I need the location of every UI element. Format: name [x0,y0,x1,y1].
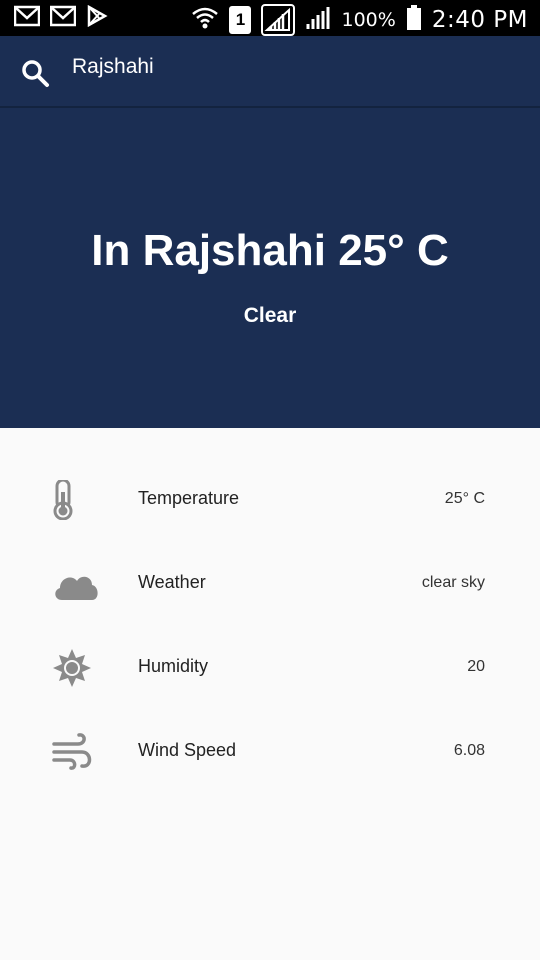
battery-percent: 100% [341,9,396,31]
row-value: 6.08 [453,742,485,759]
system-icons: 1 100% 2:40 PM [191,4,528,36]
current-weather-header: In Rajshahi 25° C Clear [0,108,540,428]
clock: 2:40 PM [431,7,528,33]
wind-icon [52,732,100,772]
wifi-icon [191,5,219,36]
row-label: Weather [138,572,206,592]
weather-details-list: Temperature 25° C Weather clear sky Humi… [0,428,540,960]
row-label: Humidity [138,656,209,676]
row-label: Temperature [138,488,240,508]
row-value: 20 [467,658,485,675]
list-item-humidity: Humidity 20 [0,626,540,710]
gmail-icon [13,5,41,32]
gmail-icon [49,5,77,32]
row-value: clear sky [421,574,485,591]
list-item-temperature: Temperature 25° C [0,458,540,542]
search-icon[interactable] [20,58,50,93]
weather-condition: Clear [243,304,297,327]
city-temperature-title: In Rajshahi 25° C [91,226,449,275]
signal-strength-icon [305,5,331,36]
status-bar: 1 100% 2:40 PM [0,0,540,36]
cloud-icon [52,564,100,604]
sun-icon [52,648,100,688]
battery-icon [406,4,422,36]
notification-icons [13,4,108,32]
thermometer-icon [52,478,100,521]
search-input[interactable]: Rajshahi [72,55,154,79]
row-label: Wind Speed [138,740,237,760]
list-item-weather: Weather clear sky [0,542,540,626]
row-value: 25° C [444,490,485,507]
list-item-wind-speed: Wind Speed 6.08 [0,710,540,794]
play-store-icon [86,4,108,32]
signal-icon [261,4,296,36]
sim-badge: 1 [229,6,252,34]
search-bar[interactable]: Rajshahi [0,36,540,108]
